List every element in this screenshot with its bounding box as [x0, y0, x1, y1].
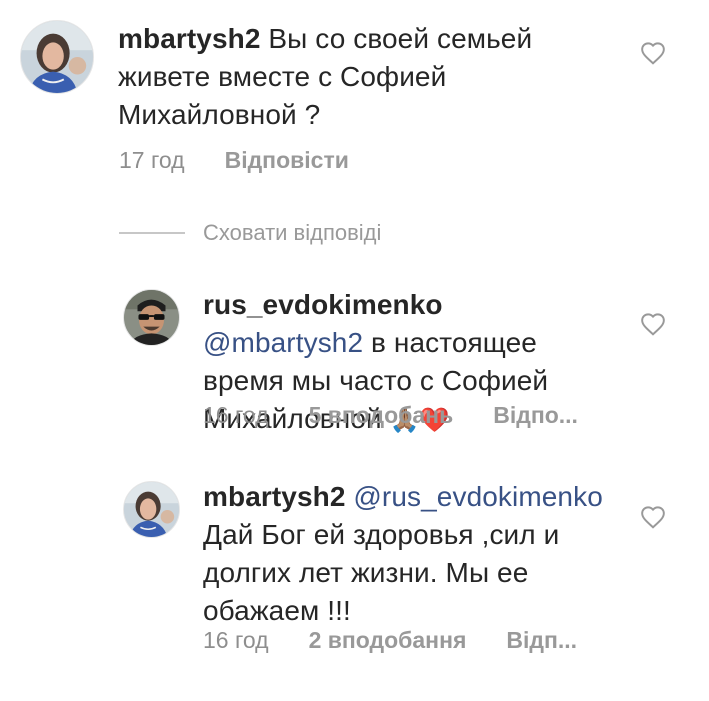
timestamp: 16 год — [203, 402, 269, 428]
hide-replies-label: Сховати відповіді — [203, 220, 382, 245]
profile-photo-woman-icon — [124, 482, 179, 537]
reply-button[interactable]: Відповісти — [225, 147, 349, 174]
heart-outline-icon — [641, 506, 665, 529]
avatar[interactable] — [123, 289, 180, 346]
heart-outline-icon — [641, 42, 665, 65]
comment-body: Дай Бог ей здоровья ,сил и долгих лет жи… — [203, 519, 560, 626]
hide-replies-button[interactable]: Сховати відповіді — [119, 220, 381, 246]
likes-count[interactable]: 5 вподобань — [309, 402, 454, 429]
profile-photo-woman-icon — [21, 21, 93, 93]
avatar[interactable] — [123, 481, 180, 538]
comment-text: mbartysh2 @rus_evdokimenko Дай Бог ей зд… — [203, 478, 613, 630]
mention-link[interactable]: @rus_evdokimenko — [353, 481, 602, 512]
reply-button[interactable]: Відп... — [506, 627, 577, 654]
timestamp: 16 год — [203, 627, 269, 653]
like-button[interactable] — [640, 505, 666, 529]
like-button[interactable] — [640, 312, 666, 336]
username-link[interactable]: rus_evdokimenko — [203, 289, 443, 320]
like-button[interactable] — [640, 41, 666, 65]
mention-link[interactable]: @mbartysh2 — [203, 327, 363, 358]
comment-meta: 17 год Відповісти — [119, 147, 349, 174]
heart-outline-icon — [641, 313, 665, 336]
reply-button[interactable]: Відпо... — [493, 402, 578, 429]
username-link[interactable]: mbartysh2 — [203, 481, 346, 512]
username-link[interactable]: mbartysh2 — [118, 23, 261, 54]
divider-line — [119, 232, 185, 234]
comment-meta: 16 год 2 вподобання Відп... — [203, 627, 577, 654]
avatar[interactable] — [20, 20, 94, 94]
comment-text: mbartysh2 Вы со своей семьей живете вмес… — [118, 20, 608, 134]
likes-count[interactable]: 2 вподобання — [309, 627, 467, 654]
profile-photo-man-sunglasses-icon — [124, 290, 179, 345]
comment-meta: 16 год 5 вподобань Відпо... — [203, 402, 578, 429]
timestamp: 17 год — [119, 147, 185, 173]
